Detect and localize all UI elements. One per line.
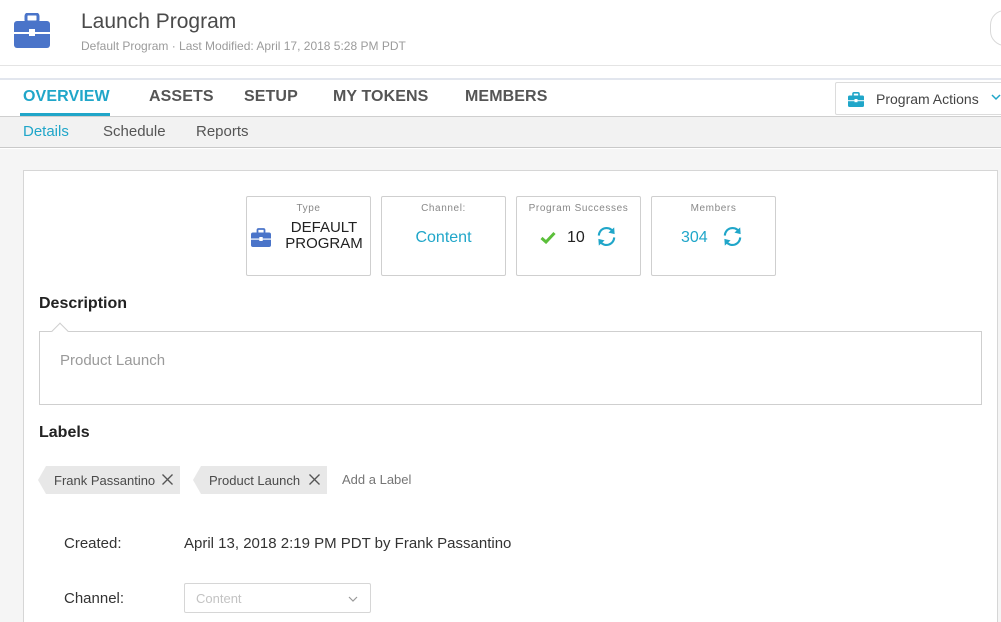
chevron-down-icon — [348, 596, 358, 602]
stat-successes-value: 10 — [567, 229, 585, 246]
description-text: Product Launch — [60, 352, 166, 369]
subtab-schedule[interactable]: Schedule — [103, 123, 166, 140]
close-icon[interactable] — [308, 473, 321, 486]
briefcase-icon — [848, 92, 864, 107]
label-tag-text: Frank Passantino — [54, 473, 156, 488]
program-actions-label: Program Actions — [876, 91, 979, 107]
stat-successes-label: Program Successes — [528, 203, 629, 214]
description-box[interactable]: Product Launch — [39, 322, 982, 405]
tab-assets[interactable]: ASSETS — [149, 88, 214, 106]
program-actions-button[interactable]: Program Actions — [835, 82, 1001, 115]
stat-members-value[interactable]: 304 — [681, 229, 708, 247]
stat-type-label: Type — [296, 203, 321, 214]
stat-type-value-line1: DEFAULT — [290, 219, 358, 236]
stat-type: Type DEFAULT PROGRAM — [246, 196, 371, 276]
channel-label: Channel: — [64, 590, 125, 607]
stat-channel-label: Channel: — [421, 203, 466, 214]
stat-channel: Channel: Content — [381, 196, 506, 276]
channel-select-value: Content — [196, 591, 242, 606]
refresh-icon[interactable] — [721, 225, 744, 248]
channel-select[interactable]: Content — [184, 583, 371, 613]
chevron-down-icon — [991, 94, 1001, 101]
subtab-reports[interactable]: Reports — [196, 123, 249, 140]
briefcase-icon — [14, 13, 50, 48]
created-value: April 13, 2018 2:19 PM PDT by Frank Pass… — [184, 535, 512, 552]
active-tab-indicator — [20, 113, 110, 116]
created-label: Created: — [64, 535, 122, 552]
stat-program-successes: Program Successes 10 — [516, 196, 641, 276]
label-tag-text: Product Launch — [209, 473, 301, 488]
tag-point — [38, 466, 46, 494]
sub-tabs: Details Schedule Reports — [0, 117, 1001, 148]
program-header: Launch Program Default Program · Last Mo… — [0, 0, 1001, 66]
tag-point — [193, 466, 201, 494]
description-heading: Description — [39, 295, 128, 312]
stat-members-label: Members — [690, 203, 737, 214]
label-tag: Product Launch — [193, 466, 327, 494]
page-title: Launch Program — [81, 10, 237, 33]
tab-overview[interactable]: OVERVIEW — [23, 88, 110, 106]
subtab-details[interactable]: Details — [23, 123, 69, 140]
add-label-input[interactable] — [342, 472, 462, 487]
stat-type-value: DEFAULT PROGRAM — [279, 220, 369, 252]
tab-setup[interactable]: SETUP — [244, 88, 298, 106]
stat-members: Members 304 — [651, 196, 776, 276]
label-tag: Frank Passantino — [38, 466, 180, 494]
page-subtitle: Default Program · Last Modified: April 1… — [81, 39, 406, 53]
header-circle-button[interactable] — [990, 10, 1001, 46]
check-icon — [540, 231, 556, 244]
tab-members[interactable]: MEMBERS — [465, 88, 547, 106]
tab-my-tokens[interactable]: MY TOKENS — [333, 88, 428, 106]
labels-heading: Labels — [39, 424, 90, 441]
briefcase-icon — [251, 228, 271, 247]
refresh-icon[interactable] — [595, 225, 618, 248]
stat-type-value-line2: PROGRAM — [285, 235, 363, 252]
stat-channel-value: Content — [415, 229, 472, 246]
close-icon[interactable] — [161, 473, 174, 486]
